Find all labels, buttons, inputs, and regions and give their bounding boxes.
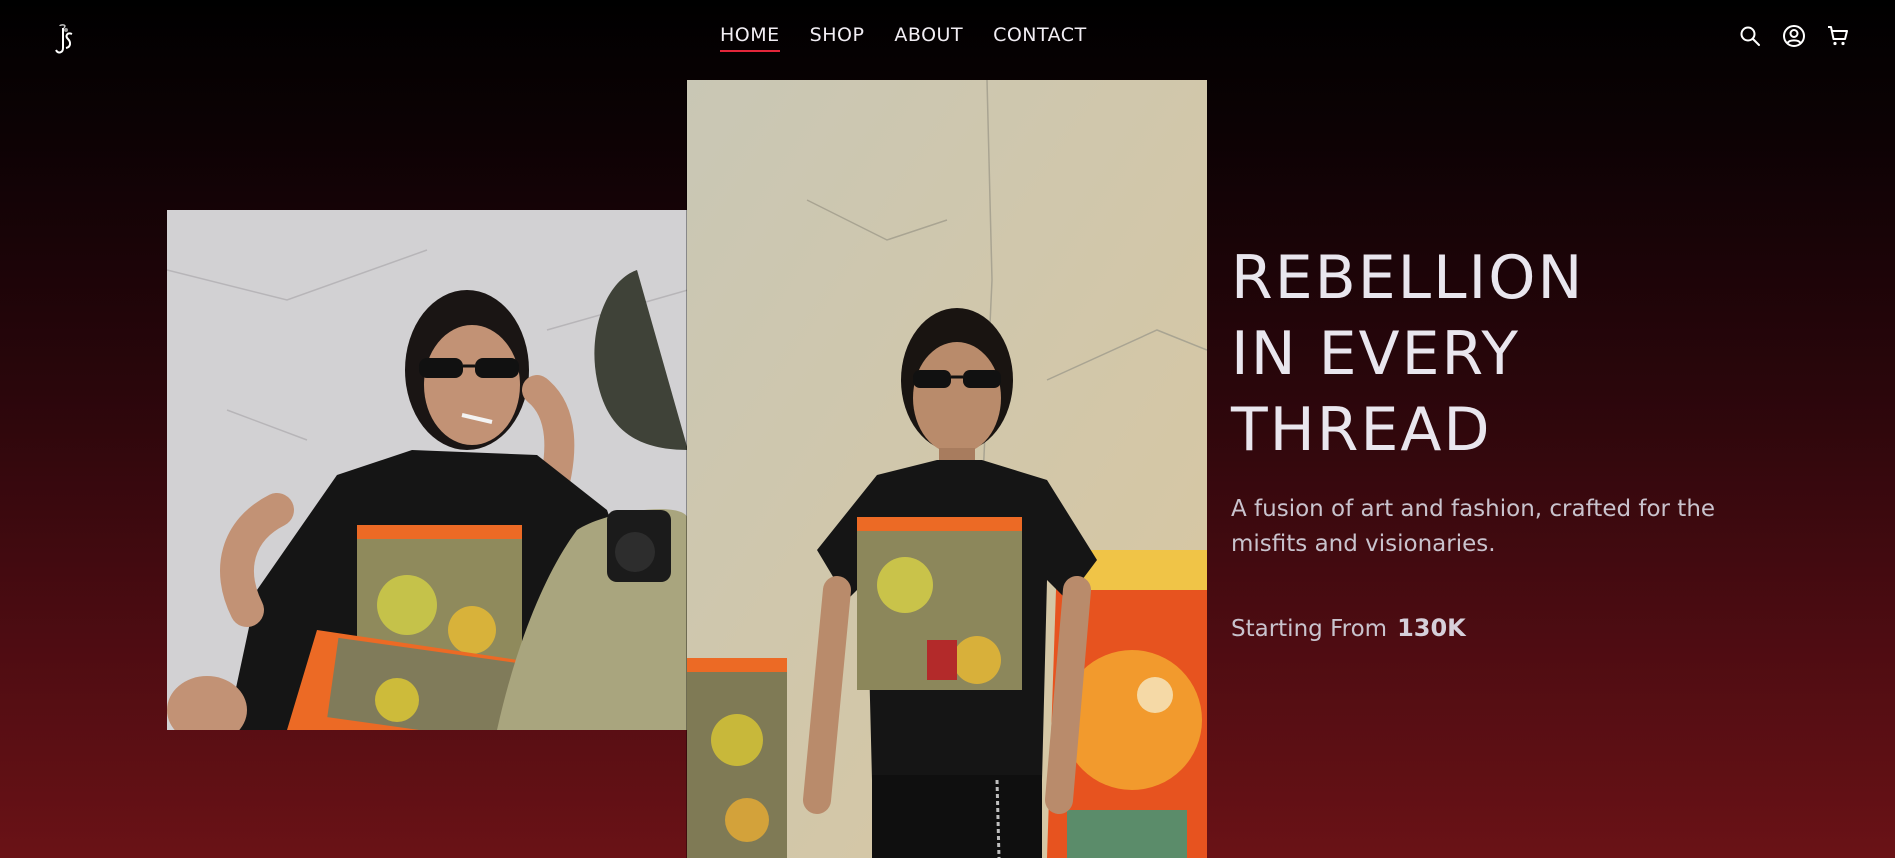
hero-title-line: REBELLION [1231,243,1585,313]
nav-about-link[interactable]: ABOUT [894,24,963,52]
main-nav: HOME SHOP ABOUT CONTACT [720,24,1087,52]
search-icon[interactable] [1738,24,1762,48]
price-info: Starting From 130K [1231,614,1831,642]
cart-icon[interactable] [1826,24,1850,48]
price-label: Starting From [1231,616,1388,642]
header-actions [1738,24,1850,48]
hero-title: REBELLION IN EVERY THREAD [1231,240,1831,468]
hero-title-line: IN EVERY [1231,319,1521,389]
site-header: HOME SHOP ABOUT CONTACT [0,0,1895,76]
account-icon[interactable] [1782,24,1806,48]
model-standing-wall-photo [687,80,1207,858]
js-monogram-logo-icon[interactable] [52,22,74,56]
nav-shop-link[interactable]: SHOP [810,24,865,52]
hero-title-line: THREAD [1231,395,1492,465]
hero-subtitle: A fusion of art and fashion, crafted for… [1231,496,1716,557]
nav-home-link[interactable]: HOME [720,24,780,52]
hero-section: REBELLION IN EVERY THREAD A fusion of ar… [1231,240,1831,642]
model-with-camera-photo [167,210,688,730]
price-value: 130K [1397,614,1466,642]
nav-contact-link[interactable]: CONTACT [993,24,1087,52]
